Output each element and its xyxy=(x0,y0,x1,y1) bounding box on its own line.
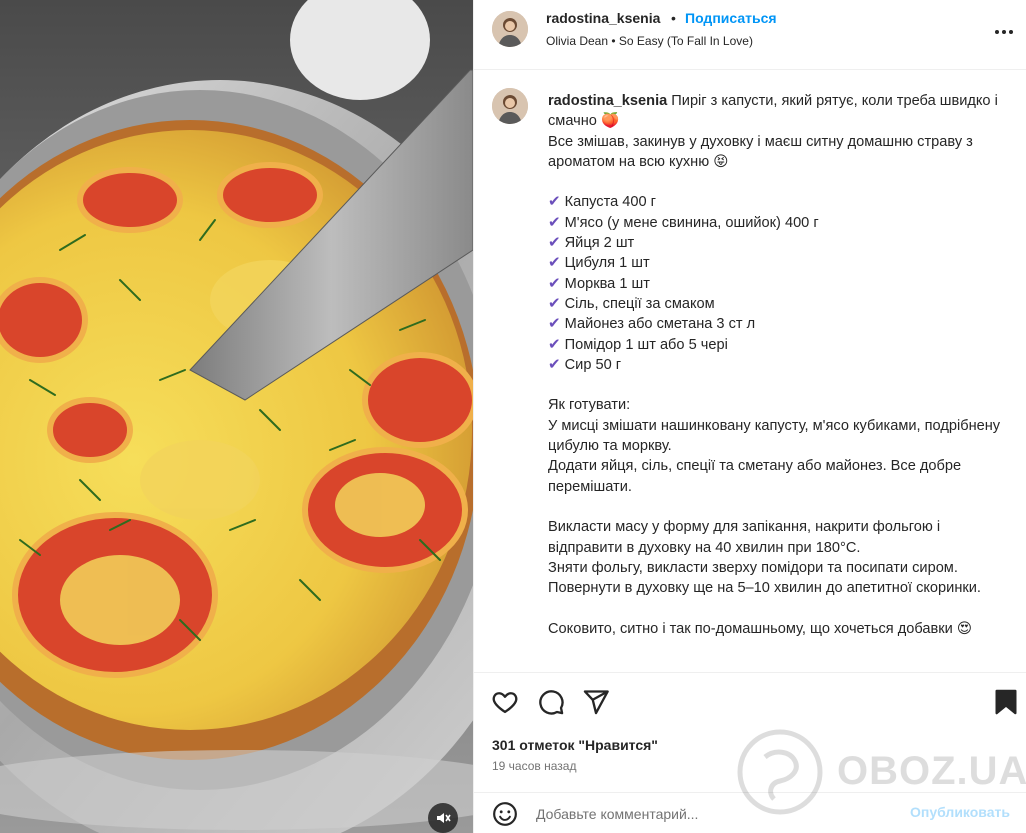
caption-username[interactable]: radostina_ksenia xyxy=(548,93,667,109)
ingredient-item: ✔ Сир 50 г xyxy=(548,355,622,373)
ingredient-item: ✔ Яйця 2 шт xyxy=(548,234,635,252)
caption-text: radostina_ksenia Пиріг з капусти, який р… xyxy=(548,91,1008,639)
ingredient-item: ✔ Помідор 1 шт або 5 чері xyxy=(548,335,728,353)
post-header: radostina_ksenia • Подписаться Olivia De… xyxy=(474,0,1026,70)
post-comment-button[interactable]: Опубликовать xyxy=(910,804,1010,820)
check-icon: ✔ xyxy=(548,294,561,312)
comment-icon[interactable] xyxy=(537,688,565,716)
bookmark-icon[interactable] xyxy=(992,688,1020,716)
check-icon: ✔ xyxy=(548,193,561,211)
avatar[interactable] xyxy=(492,11,528,47)
check-icon: ✔ xyxy=(548,315,561,333)
likes-count[interactable]: 301 отметок "Нравится" xyxy=(492,737,658,753)
check-icon: ✔ xyxy=(548,254,561,272)
music-link[interactable]: Olivia Dean • So Easy (To Fall In Love) xyxy=(546,34,753,48)
check-icon: ✔ xyxy=(548,335,561,353)
comment-input[interactable] xyxy=(536,803,886,825)
ingredient-item: ✔ Сіль, спеції за смаком xyxy=(548,294,715,312)
ingredient-item: ✔ Капуста 400 г xyxy=(548,193,657,211)
post-time[interactable]: 19 часов назад xyxy=(492,759,576,773)
mute-icon xyxy=(437,813,451,823)
username-link[interactable]: radostina_ksenia xyxy=(546,10,660,26)
post-panel: radostina_ksenia • Подписаться Olivia De… xyxy=(473,0,1026,833)
heart-icon[interactable] xyxy=(491,688,519,716)
emoji-icon[interactable] xyxy=(492,801,518,827)
caption-method: Як готувати: У мисці змішати нашинковану… xyxy=(548,397,1001,637)
caption-avatar[interactable] xyxy=(492,88,528,124)
caption-area[interactable]: radostina_ksenia Пиріг з капусти, який р… xyxy=(474,71,1026,672)
check-icon: ✔ xyxy=(548,355,561,373)
post-media[interactable] xyxy=(0,0,473,833)
share-icon[interactable] xyxy=(582,688,610,716)
more-icon[interactable] xyxy=(992,20,1016,44)
check-icon: ✔ xyxy=(548,234,561,252)
check-icon: ✔ xyxy=(548,274,561,292)
mute-button[interactable] xyxy=(428,803,458,833)
food-image xyxy=(0,0,473,833)
check-icon: ✔ xyxy=(548,213,561,231)
action-bar: 301 отметок "Нравится" 19 часов назад xyxy=(474,672,1026,792)
ingredient-item: ✔ Морква 1 шт xyxy=(548,274,650,292)
separator-dot: • xyxy=(671,10,676,26)
comment-bar: Опубликовать xyxy=(474,792,1026,833)
ingredient-item: ✔ М'ясо (у мене свинина, ошийок) 400 г xyxy=(548,213,819,231)
ingredient-list: ✔ Капуста 400 г ✔ М'ясо (у мене свинина,… xyxy=(548,193,819,373)
follow-button[interactable]: Подписаться xyxy=(685,10,777,26)
ingredient-item: ✔ Цибуля 1 шт xyxy=(548,254,650,272)
ingredient-item: ✔ Майонез або сметана 3 ст л xyxy=(548,315,756,333)
